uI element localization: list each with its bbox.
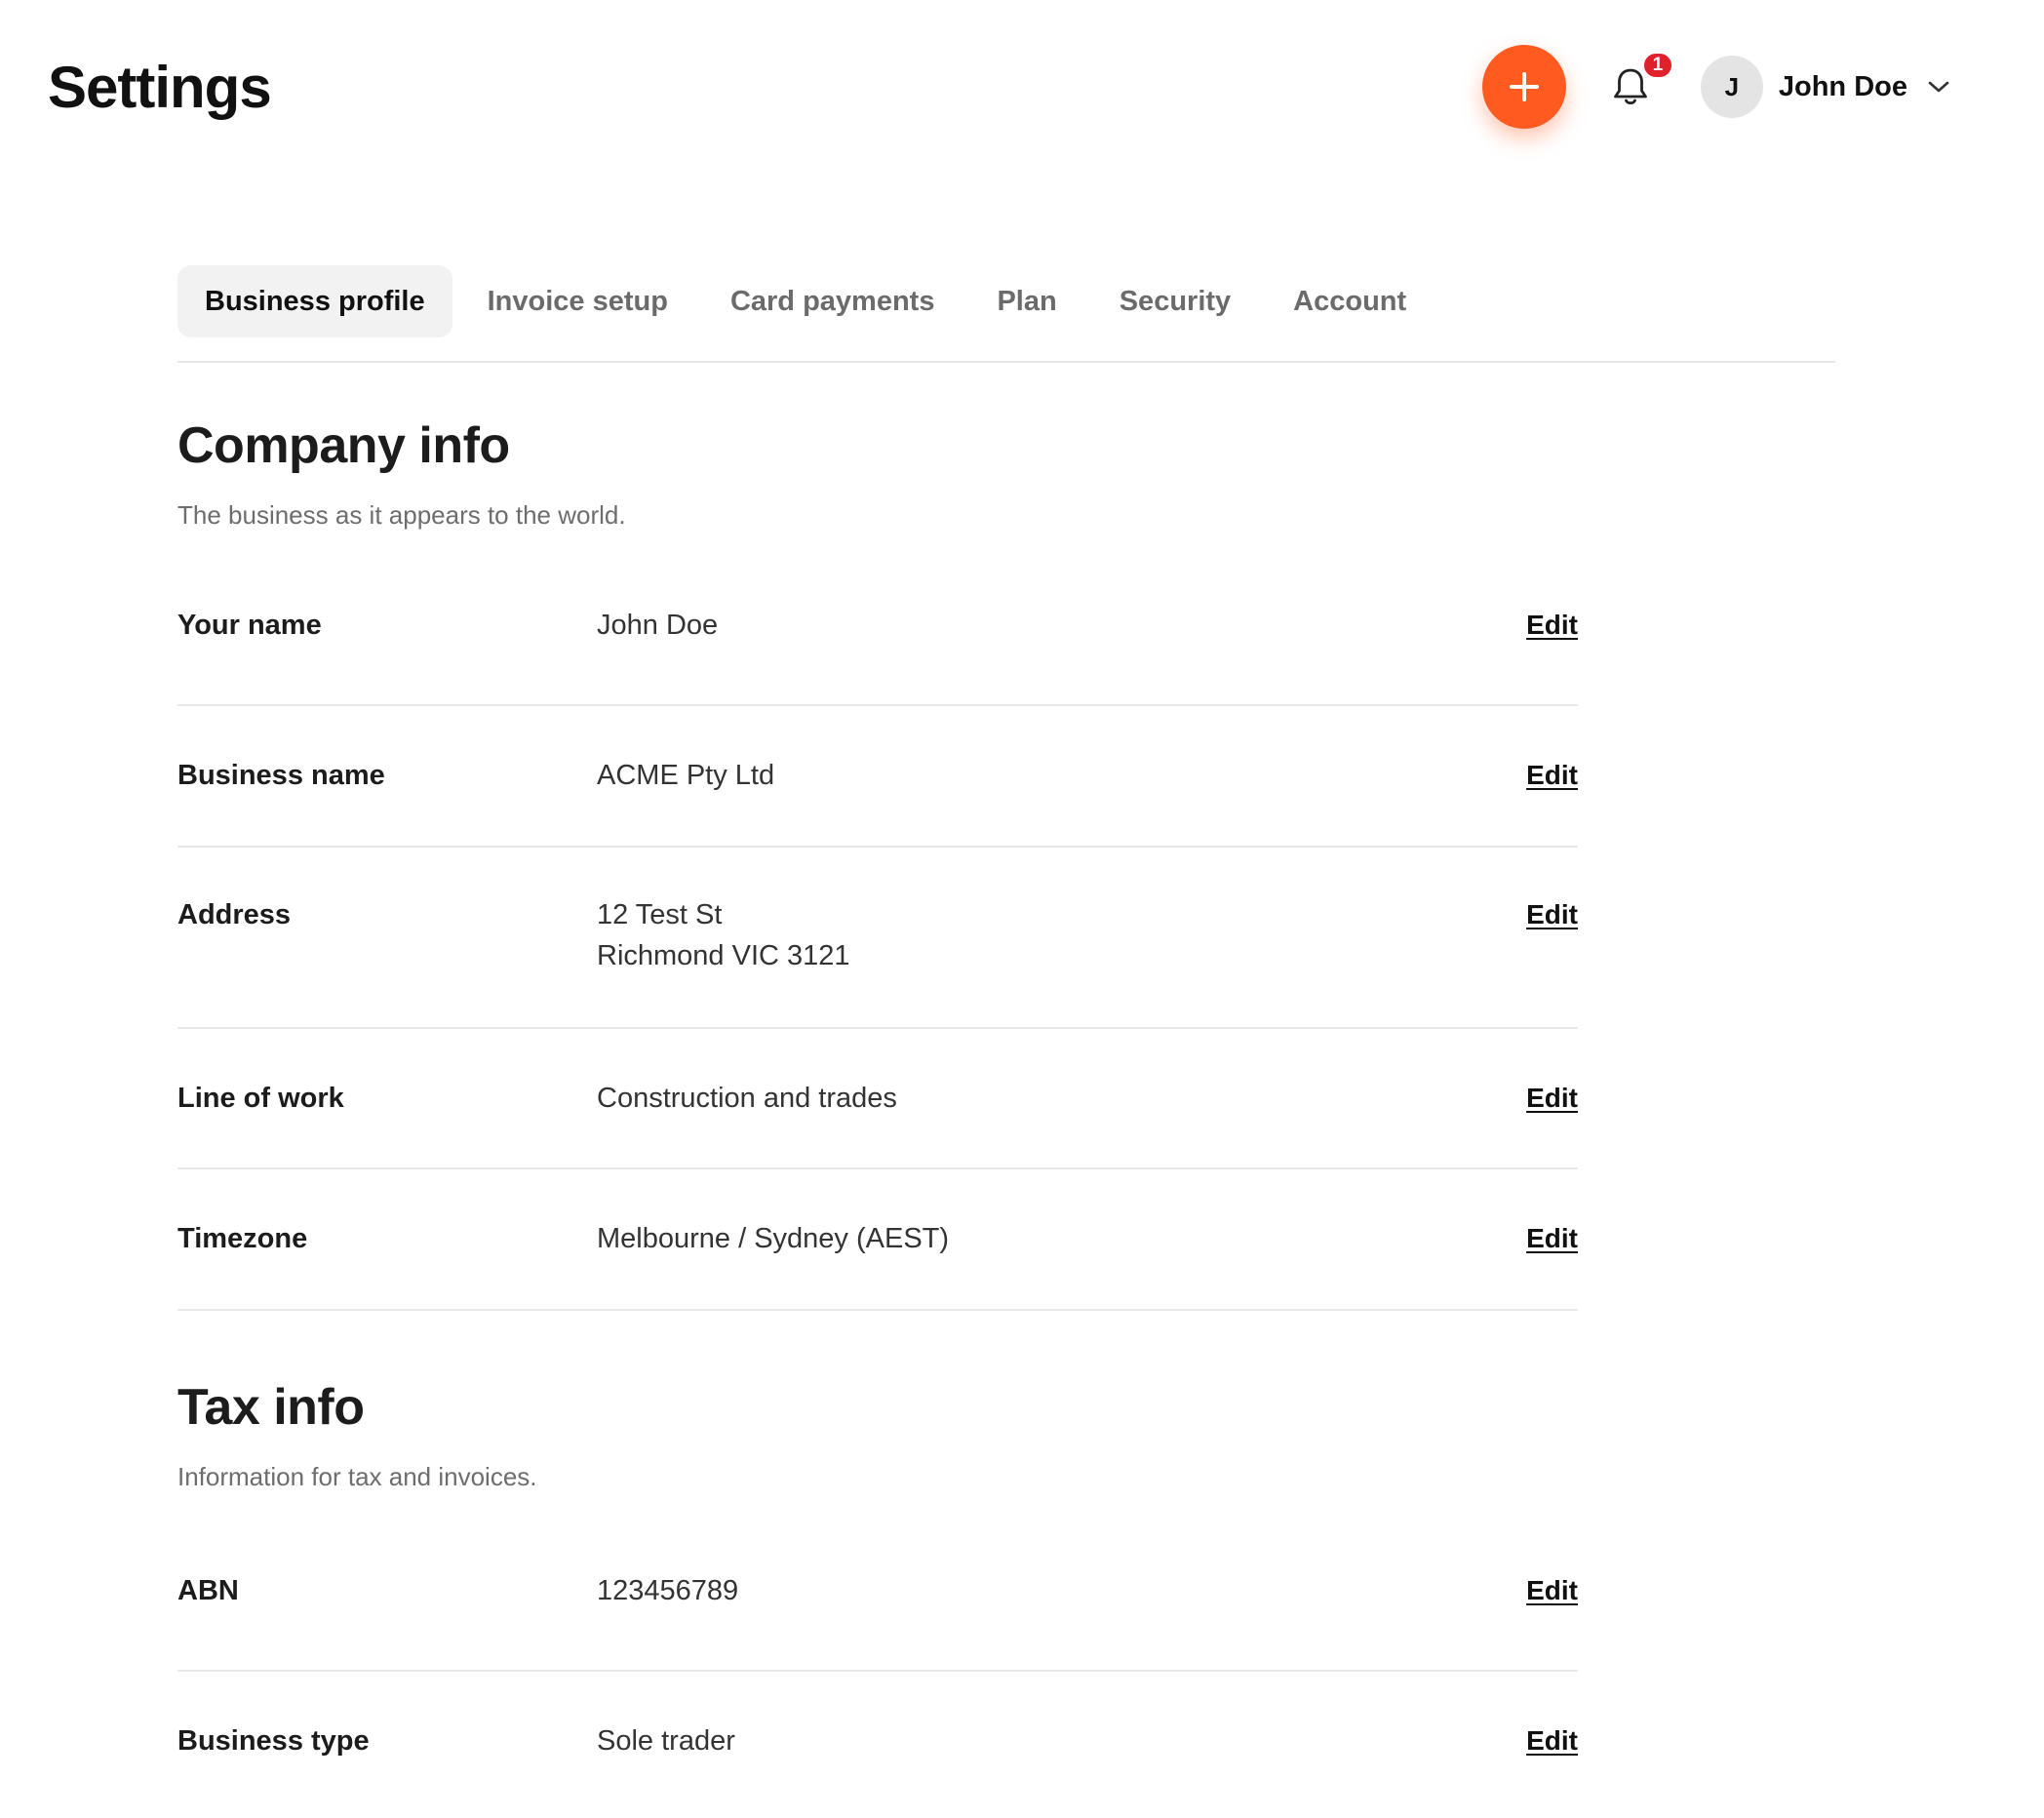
- top-bar: 1 J John Doe: [1481, 44, 1950, 130]
- field-label: Your name: [177, 610, 322, 641]
- user-menu[interactable]: J John Doe: [1700, 56, 1950, 118]
- tab-invoice-setup[interactable]: Invoice setup: [460, 265, 695, 337]
- settings-tabs: Business profile Invoice setup Card paym…: [177, 265, 1835, 363]
- section-title: Tax info: [177, 1379, 365, 1436]
- page-title: Settings: [48, 55, 272, 120]
- list-item: ABN 123456789 Edit: [177, 1525, 1578, 1672]
- user-name: John Doe: [1778, 70, 1907, 102]
- tab-business-profile[interactable]: Business profile: [177, 265, 452, 337]
- tax-info-section: Tax info Information for tax and invoice…: [177, 1373, 1578, 1818]
- add-button[interactable]: [1481, 45, 1566, 129]
- field-label: Address: [177, 899, 292, 930]
- section-title: Company info: [177, 417, 510, 474]
- notifications-button[interactable]: 1: [1601, 52, 1673, 116]
- field-label: Business name: [177, 760, 385, 791]
- plus-icon: [1509, 72, 1539, 101]
- list-item: Line of work Construction and trades Edi…: [177, 1029, 1578, 1169]
- field-label: Timezone: [177, 1223, 308, 1254]
- field-value: ACME Pty Ltd: [597, 760, 775, 791]
- list-item: Business type Sole trader Edit: [177, 1672, 1578, 1818]
- avatar: J: [1700, 56, 1763, 118]
- company-info-section: Company info The business as it appears …: [177, 412, 1578, 1311]
- edit-your-name-link[interactable]: Edit: [1526, 605, 1578, 646]
- chevron-down-icon: [1927, 80, 1950, 94]
- field-value: 123456789: [597, 1575, 739, 1606]
- tab-account[interactable]: Account: [1266, 265, 1434, 337]
- tab-card-payments[interactable]: Card payments: [703, 265, 963, 337]
- section-subtitle: Information for tax and invoices.: [177, 1462, 537, 1491]
- section-subtitle: The business as it appears to the world.: [177, 500, 626, 530]
- list-item: Your name John Doe Edit: [177, 564, 1578, 706]
- notification-badge: 1: [1641, 52, 1673, 79]
- edit-business-name-link[interactable]: Edit: [1526, 755, 1578, 796]
- field-label: ABN: [177, 1575, 239, 1606]
- field-value: John Doe: [597, 610, 719, 641]
- company-info-list: Your name John Doe Edit Business name AC…: [177, 564, 1578, 1311]
- tab-plan[interactable]: Plan: [969, 265, 1083, 337]
- list-item: Timezone Melbourne / Sydney (AEST) Edit: [177, 1169, 1578, 1311]
- list-item: Address 12 Test St Richmond VIC 3121 Edi…: [177, 848, 1578, 1029]
- edit-address-link[interactable]: Edit: [1526, 894, 1578, 935]
- edit-abn-link[interactable]: Edit: [1526, 1570, 1578, 1611]
- list-item: Business name ACME Pty Ltd Edit: [177, 706, 1578, 848]
- edit-timezone-link[interactable]: Edit: [1526, 1218, 1578, 1259]
- field-value: Construction and trades: [597, 1083, 897, 1114]
- tax-info-list: ABN 123456789 Edit Business type Sole tr…: [177, 1525, 1578, 1818]
- field-value: Melbourne / Sydney (AEST): [597, 1223, 950, 1254]
- field-label: Line of work: [177, 1083, 344, 1114]
- field-value: 12 Test St Richmond VIC 3121: [597, 899, 850, 971]
- edit-line-of-work-link[interactable]: Edit: [1526, 1078, 1578, 1119]
- tab-security[interactable]: Security: [1092, 265, 1258, 337]
